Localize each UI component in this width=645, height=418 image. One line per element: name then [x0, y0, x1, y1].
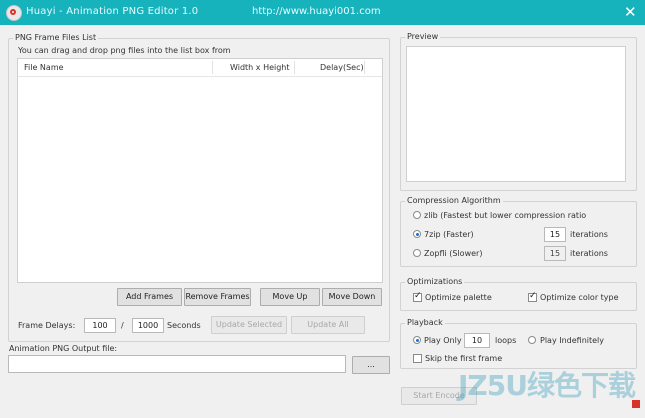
radio-play-indefinitely[interactable] [528, 336, 536, 344]
play-only-label[interactable]: Play Only [424, 336, 462, 345]
column-separator [364, 61, 365, 74]
app-logo-icon [6, 5, 22, 21]
remove-frames-button[interactable]: Remove Frames [184, 288, 251, 306]
frames-listbox[interactable]: File Name Width x Height Delay(Sec) [17, 58, 383, 283]
frame-delays-label: Frame Delays: [18, 321, 76, 330]
title-bar: Huayi - Animation PNG Editor 1.0 http://… [0, 0, 645, 25]
seconds-label: Seconds [167, 321, 201, 330]
frames-list-header: File Name Width x Height Delay(Sec) [18, 59, 382, 77]
playback-group-label: Playback [405, 318, 445, 327]
delay-slash: / [121, 321, 124, 330]
window-title: Huayi - Animation PNG Editor 1.0 [26, 6, 199, 17]
window-url: http://www.huayi001.com [252, 6, 381, 17]
browse-output-button[interactable]: ... [352, 356, 390, 374]
output-file-label: Animation PNG Output file: [9, 344, 118, 353]
7zip-iterations-input[interactable]: 15 [544, 227, 566, 242]
optimize-color-type-label[interactable]: Optimize color type [540, 293, 619, 302]
radio-7zip[interactable] [413, 230, 421, 238]
optimize-palette-label[interactable]: Optimize palette [425, 293, 492, 302]
optimize-color-type-checkbox[interactable] [528, 291, 537, 302]
compression-group-label: Compression Algorithm [405, 196, 503, 205]
radio-zlib[interactable] [413, 211, 421, 219]
zopfli-label[interactable]: Zopfli (Slower) [424, 249, 482, 258]
7zip-iterations-label: iterations [570, 230, 608, 239]
column-width-height[interactable]: Width x Height [230, 63, 290, 72]
move-up-button[interactable]: Move Up [260, 288, 320, 306]
site-watermark: JZ5U绿色下载 [458, 369, 636, 402]
optimize-palette-checkbox[interactable] [413, 291, 422, 302]
add-frames-button[interactable]: Add Frames [117, 288, 182, 306]
7zip-label[interactable]: 7zip (Faster) [424, 230, 474, 239]
loops-input[interactable]: 10 [464, 333, 490, 348]
preview-canvas [406, 46, 626, 182]
preview-group-label: Preview [405, 32, 441, 41]
update-selected-button[interactable]: Update Selected [211, 316, 287, 334]
loops-label: loops [495, 336, 517, 345]
optimizations-group-label: Optimizations [405, 277, 465, 286]
watermark-red-mark [632, 400, 640, 408]
skip-first-frame-label[interactable]: Skip the first frame [425, 354, 502, 363]
zopfli-iterations-input[interactable]: 15 [544, 246, 566, 261]
skip-first-frame-checkbox[interactable] [413, 354, 422, 363]
delay-denominator-input[interactable]: 1000 [132, 318, 164, 333]
frames-group-label: PNG Frame Files List [13, 33, 99, 42]
column-separator [212, 61, 213, 74]
zlib-label[interactable]: zlib (Fastest but lower compression rati… [424, 211, 586, 220]
output-file-input[interactable] [8, 355, 346, 373]
radio-zopfli[interactable] [413, 249, 421, 257]
column-file-name[interactable]: File Name [24, 63, 64, 72]
delay-numerator-input[interactable]: 100 [84, 318, 116, 333]
drag-drop-hint: You can drag and drop png files into the… [18, 46, 231, 55]
close-icon[interactable]: ✕ [624, 3, 637, 21]
update-all-button[interactable]: Update All [291, 316, 365, 334]
column-delay[interactable]: Delay(Sec) [320, 63, 364, 72]
zopfli-iterations-label: iterations [570, 249, 608, 258]
move-down-button[interactable]: Move Down [322, 288, 382, 306]
radio-play-only[interactable] [413, 336, 421, 344]
play-indefinitely-label[interactable]: Play Indefinitely [540, 336, 604, 345]
column-separator [294, 61, 295, 74]
